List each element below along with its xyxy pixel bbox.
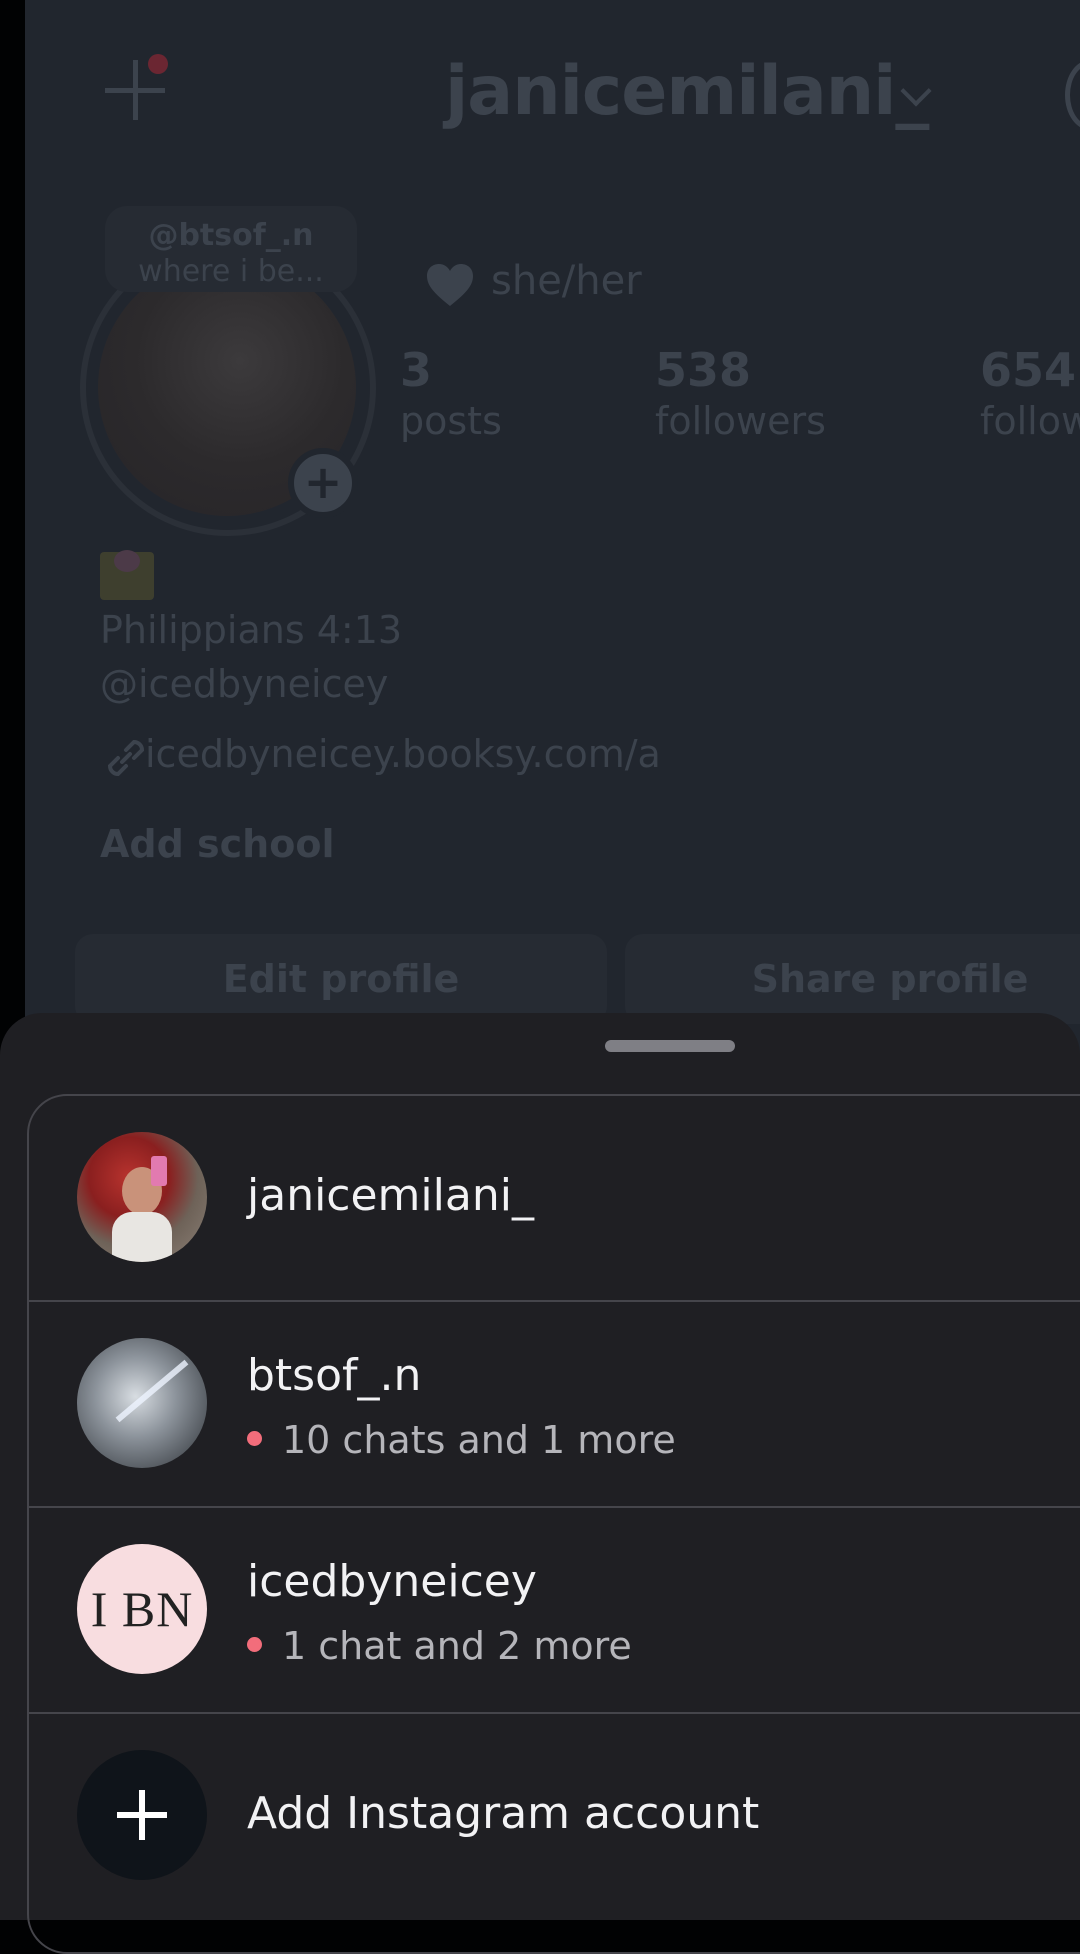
- profile-note[interactable]: @btsof_.n where i be...: [105, 206, 357, 292]
- unread-dot: [247, 1431, 262, 1446]
- heart-icon: [427, 264, 473, 306]
- plus-icon: [77, 1750, 207, 1880]
- stat-following[interactable]: 654 follow: [980, 344, 1080, 446]
- avatar: [77, 1132, 207, 1262]
- accounts-card: janicemilani_ btsof_.n 10 chats and 1 mo…: [27, 1094, 1080, 1954]
- account-username: janicemilani_: [247, 1170, 534, 1221]
- account-status-text: 10 chats and 1 more: [282, 1418, 676, 1462]
- share-profile-button[interactable]: Share profile: [625, 934, 1080, 1024]
- profile-username[interactable]: janicemilani_: [445, 52, 929, 131]
- stat-posts[interactable]: 3 posts: [400, 344, 502, 446]
- stat-value: 538: [655, 343, 752, 397]
- note-handle: @btsof_.n: [148, 218, 314, 253]
- account-row-icedbyneicey[interactable]: I BN icedbyneicey 1 chat and 2 more: [29, 1508, 1080, 1714]
- account-status: 1 chat and 2 more: [247, 1624, 632, 1668]
- avatar-monogram: I BN: [90, 1581, 194, 1637]
- add-account-row[interactable]: Add Instagram account: [29, 1714, 1080, 1920]
- stat-label: followers: [655, 399, 826, 443]
- bio-text: Philippians 4:13: [100, 608, 403, 652]
- account-switcher-sheet: janicemilani_ btsof_.n 10 chats and 1 mo…: [0, 1013, 1080, 1954]
- stat-value: 3: [400, 343, 433, 397]
- add-story-button[interactable]: +: [288, 448, 358, 518]
- note-text: where i be...: [138, 254, 324, 289]
- account-status-text: 1 chat and 2 more: [282, 1624, 632, 1668]
- account-row-btsof[interactable]: btsof_.n 10 chats and 1 more: [29, 1302, 1080, 1508]
- add-account-label: Add Instagram account: [247, 1788, 760, 1839]
- avatar: I BN: [77, 1544, 207, 1674]
- account-username: icedbyneicey: [247, 1556, 537, 1607]
- stat-label: posts: [400, 399, 502, 443]
- bio-link[interactable]: icedbyneicey.booksy.com/a: [145, 732, 661, 776]
- stat-label: follow: [980, 399, 1080, 443]
- love-letter-emoji: [100, 550, 154, 600]
- notification-dot: [148, 54, 168, 74]
- stat-value: 654: [980, 343, 1077, 397]
- account-status: 10 chats and 1 more: [247, 1418, 676, 1462]
- unread-dot: [247, 1637, 262, 1652]
- pronouns: she/her: [491, 258, 642, 304]
- account-username: btsof_.n: [247, 1350, 422, 1401]
- threads-icon[interactable]: [1065, 60, 1080, 130]
- add-school-link[interactable]: Add school: [100, 822, 334, 866]
- avatar: [77, 1338, 207, 1468]
- account-row-janicemilani[interactable]: janicemilani_: [29, 1096, 1080, 1302]
- sheet-drag-handle[interactable]: [605, 1040, 735, 1052]
- edit-profile-button[interactable]: Edit profile: [75, 934, 607, 1024]
- stat-followers[interactable]: 538 followers: [655, 344, 826, 446]
- bio-mention[interactable]: @icedbyneicey: [100, 662, 388, 706]
